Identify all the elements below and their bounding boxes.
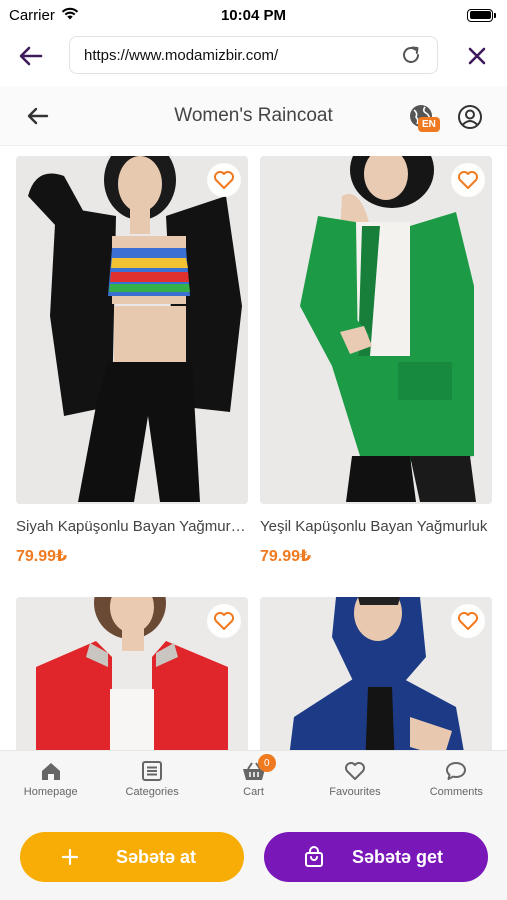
product-photo: [260, 156, 492, 504]
add-to-cart-label: Səbətə at: [116, 847, 197, 867]
home-icon: [41, 763, 60, 780]
arrow-left-icon: [19, 46, 43, 66]
tab-cart[interactable]: 0 Cart: [203, 751, 304, 810]
go-to-cart-label: Səbətə get: [352, 847, 444, 867]
heart-icon: [214, 612, 234, 630]
cart-count-badge: 0: [257, 754, 276, 772]
product-card[interactable]: [260, 597, 492, 750]
heart-icon: [214, 171, 234, 189]
product-card[interactable]: Siyah Kapüşonlu Bayan Yağmurluk 79.99₺: [16, 156, 248, 566]
product-image[interactable]: [16, 597, 248, 750]
favourite-button[interactable]: [451, 604, 485, 638]
arrow-left-icon: [27, 107, 49, 125]
back-button[interactable]: [24, 102, 52, 130]
product-image[interactable]: [260, 597, 492, 750]
status-left: Carrier: [9, 7, 79, 24]
tab-label: Categories: [125, 786, 179, 798]
product-card[interactable]: [16, 597, 248, 750]
product-price: 79.99₺: [16, 548, 68, 565]
url-field[interactable]: https://www.modamizbir.com/: [69, 36, 438, 74]
favourite-button[interactable]: [451, 163, 485, 197]
list-icon: [142, 761, 163, 781]
tab-homepage[interactable]: Homepage: [0, 751, 101, 810]
action-bar: Səbətə at Səbətə get: [0, 810, 507, 900]
heart-icon: [344, 762, 365, 780]
favourite-button[interactable]: [207, 163, 241, 197]
close-icon: [468, 47, 486, 65]
user-icon: [458, 105, 482, 129]
heart-icon: [458, 171, 478, 189]
language-button[interactable]: EN: [408, 103, 442, 137]
plus-icon: [58, 845, 82, 869]
bottom-tab-bar: Homepage Categories 0 Cart Favourites Co…: [0, 750, 507, 810]
tab-categories[interactable]: Categories: [101, 751, 202, 810]
tab-label: Homepage: [23, 786, 78, 798]
product-name[interactable]: Yeşil Kapüşonlu Bayan Yağmurluk: [260, 518, 492, 535]
go-to-cart-button[interactable]: Səbətə get: [264, 832, 488, 882]
product-photo: [16, 156, 248, 504]
reload-icon: [403, 46, 419, 63]
reload-button[interactable]: [399, 43, 423, 67]
profile-button[interactable]: [456, 103, 484, 131]
status-bar: Carrier 10:04 PM: [0, 0, 507, 30]
chat-icon: [446, 762, 467, 780]
tab-label: Cart: [243, 786, 264, 798]
product-price: 79.99₺: [260, 548, 312, 565]
tab-favourites[interactable]: Favourites: [304, 751, 405, 810]
heart-icon: [458, 612, 478, 630]
browser-close-button[interactable]: [463, 42, 491, 70]
carrier-label: Carrier: [9, 6, 55, 24]
product-image[interactable]: [16, 156, 248, 504]
product-grid: Siyah Kapüşonlu Bayan Yağmurluk 79.99₺ Y…: [0, 146, 507, 750]
language-badge: EN: [418, 117, 440, 132]
favourite-button[interactable]: [207, 604, 241, 638]
tab-comments[interactable]: Comments: [406, 751, 507, 810]
product-card[interactable]: Yeşil Kapüşonlu Bayan Yağmurluk 79.99₺: [260, 156, 492, 566]
product-name[interactable]: Siyah Kapüşonlu Bayan Yağmurluk: [16, 518, 248, 535]
product-image[interactable]: [260, 156, 492, 504]
app-header: Women's Raincoat EN: [0, 86, 507, 146]
add-to-cart-button[interactable]: Səbətə at: [20, 832, 244, 882]
browser-back-button[interactable]: [16, 42, 46, 70]
battery-icon: [467, 8, 496, 22]
tab-label: Favourites: [329, 786, 381, 798]
tab-label: Comments: [429, 786, 483, 798]
wifi-icon: [61, 7, 79, 24]
browser-bar: https://www.modamizbir.com/: [0, 30, 507, 82]
url-text: https://www.modamizbir.com/: [84, 46, 279, 64]
shopping-bag-icon: [302, 845, 326, 869]
